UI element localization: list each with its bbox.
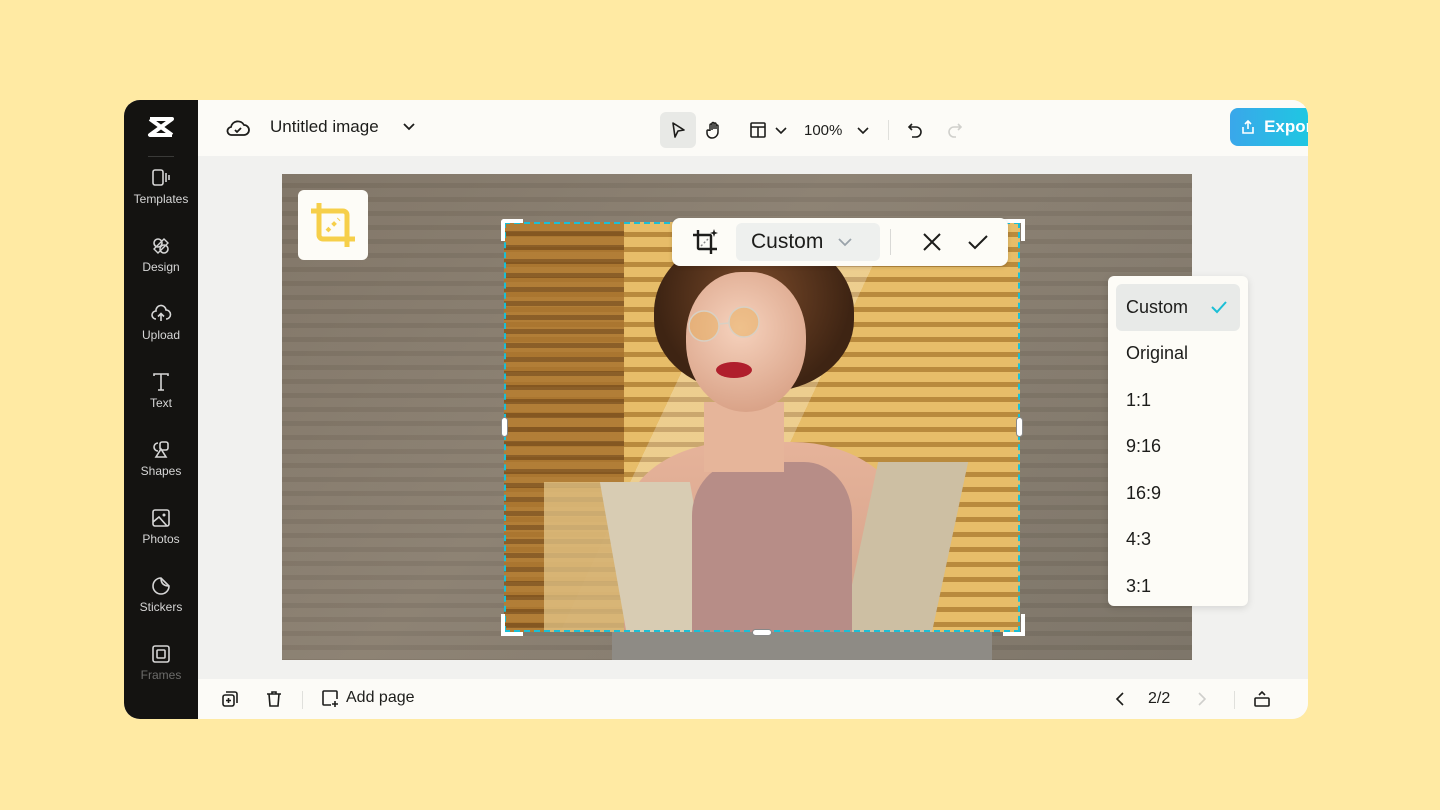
check-icon bbox=[968, 235, 988, 250]
sidebar-item-label: Shapes bbox=[140, 464, 182, 478]
sidebar-item-label: Stickers bbox=[139, 600, 183, 614]
aspect-ratio-menu: Custom Original 1:1 9:16 16:9 4:3 3:1 bbox=[1108, 276, 1248, 606]
sidebar-item-label: Frames bbox=[140, 668, 182, 682]
ratio-option-4-3[interactable]: 4:3 bbox=[1116, 517, 1240, 564]
select-tool-button[interactable] bbox=[660, 112, 696, 148]
redo-button[interactable] bbox=[937, 112, 973, 148]
sidebar-item-templates[interactable]: Templates bbox=[124, 167, 198, 235]
cloud-saved-icon[interactable] bbox=[226, 116, 250, 140]
design-icon bbox=[153, 238, 169, 254]
sidebar-item-photos[interactable]: Photos bbox=[124, 507, 198, 575]
export-label: Export bbox=[1264, 117, 1308, 136]
ratio-option-label: 1:1 bbox=[1126, 389, 1152, 410]
text-icon bbox=[153, 373, 169, 391]
page-panel-toggle-icon[interactable] bbox=[1252, 689, 1272, 709]
ratio-option-label: 3:1 bbox=[1126, 575, 1152, 596]
hand-tool-button[interactable] bbox=[696, 112, 732, 148]
ratio-option-label: Custom bbox=[1126, 296, 1189, 317]
crop-toolbar: Custom bbox=[672, 218, 1008, 266]
hand-icon bbox=[706, 121, 719, 139]
selected-check-icon bbox=[1211, 301, 1227, 314]
ratio-option-original[interactable]: Original bbox=[1116, 331, 1240, 378]
crop-magic-icon[interactable] bbox=[690, 227, 720, 257]
sidebar: Templates Design Upload Text Shapes Phot… bbox=[124, 100, 198, 719]
sidebar-item-stickers[interactable]: Stickers bbox=[124, 575, 198, 643]
share-icon bbox=[1242, 119, 1254, 134]
sidebar-item-label: Photos bbox=[142, 532, 180, 546]
layout-icon bbox=[750, 122, 766, 138]
redo-icon bbox=[948, 123, 963, 138]
duplicate-page-icon[interactable] bbox=[220, 689, 240, 709]
trash-icon[interactable] bbox=[264, 689, 284, 709]
ratio-option-label: Original bbox=[1126, 343, 1189, 364]
sidebar-item-frames[interactable]: Frames bbox=[124, 643, 198, 711]
page-indicator: 2/2 bbox=[1148, 690, 1171, 707]
templates-icon bbox=[152, 169, 170, 186]
crop-handle-bottom-right[interactable] bbox=[1003, 614, 1025, 636]
aspect-ratio-value: Custom bbox=[751, 230, 824, 253]
crop-icon bbox=[311, 203, 355, 247]
frames-icon bbox=[152, 645, 170, 663]
sidebar-item-label: Templates bbox=[133, 192, 189, 206]
photos-icon bbox=[152, 509, 170, 527]
apply-crop-button[interactable] bbox=[963, 227, 993, 257]
crop-handle-left[interactable] bbox=[501, 417, 508, 437]
ratio-option-3-1[interactable]: 3:1 bbox=[1116, 563, 1240, 610]
bottom-bar: Add page 2/2 bbox=[198, 679, 1308, 719]
crop-handle-right[interactable] bbox=[1016, 417, 1023, 437]
crop-handle-top-left[interactable] bbox=[501, 219, 523, 241]
canvas-tools: 100% bbox=[660, 112, 973, 148]
crop-mode-badge bbox=[298, 190, 368, 260]
crop-frame-border[interactable] bbox=[504, 222, 1020, 632]
bottom-divider bbox=[302, 691, 303, 709]
aspect-ratio-select[interactable]: Custom bbox=[736, 223, 880, 261]
sidebar-item-label: Design bbox=[142, 260, 180, 274]
ratio-option-1-1[interactable]: 1:1 bbox=[1116, 377, 1240, 424]
chevron-down-icon[interactable] bbox=[774, 123, 788, 137]
shapes-icon bbox=[153, 441, 169, 458]
ratio-option-label: 4:3 bbox=[1126, 529, 1152, 550]
canvas-area: Custom Custom Original 1:1 9:16 16:9 4:3… bbox=[198, 156, 1308, 679]
undo-icon bbox=[908, 123, 923, 138]
close-icon bbox=[923, 233, 941, 251]
sidebar-item-upload[interactable]: Upload bbox=[124, 303, 198, 371]
pointer-icon bbox=[672, 122, 685, 138]
crop-handle-bottom-left[interactable] bbox=[501, 614, 523, 636]
ratio-option-16-9[interactable]: 16:9 bbox=[1116, 470, 1240, 517]
sidebar-item-design[interactable]: Design bbox=[124, 235, 198, 303]
photo-outside-crop-bottom bbox=[612, 632, 992, 660]
zoom-chevron-down-icon[interactable] bbox=[856, 123, 870, 137]
layout-button[interactable] bbox=[746, 112, 770, 148]
top-bar: Untitled image 100% Expo bbox=[198, 100, 1308, 156]
sidebar-item-text[interactable]: Text bbox=[124, 371, 198, 439]
add-page-label: Add page bbox=[346, 689, 415, 706]
undo-button[interactable] bbox=[897, 112, 933, 148]
chevron-down-icon bbox=[838, 238, 852, 247]
bottom-divider bbox=[1234, 691, 1235, 709]
stickers-icon bbox=[152, 577, 170, 595]
sidebar-divider bbox=[148, 156, 174, 157]
ratio-option-custom[interactable]: Custom bbox=[1116, 284, 1240, 331]
upload-icon bbox=[151, 304, 172, 321]
ratio-option-label: 16:9 bbox=[1126, 482, 1162, 503]
capcut-logo-icon[interactable] bbox=[147, 115, 175, 139]
zoom-level[interactable]: 100% bbox=[804, 122, 842, 139]
sidebar-item-label: Text bbox=[149, 396, 172, 410]
ratio-option-label: 9:16 bbox=[1126, 436, 1162, 457]
document-title[interactable]: Untitled image bbox=[270, 117, 379, 137]
crop-handle-bottom[interactable] bbox=[752, 629, 772, 636]
add-page-button[interactable]: Add page bbox=[320, 688, 415, 708]
sidebar-item-shapes[interactable]: Shapes bbox=[124, 439, 198, 507]
crop-toolbar-divider bbox=[890, 229, 891, 255]
toolbar-divider bbox=[888, 120, 890, 140]
previous-page-icon[interactable] bbox=[1110, 689, 1130, 709]
cancel-crop-button[interactable] bbox=[917, 227, 947, 257]
sidebar-item-label: Upload bbox=[141, 328, 181, 342]
ratio-option-9-16[interactable]: 9:16 bbox=[1116, 424, 1240, 471]
add-page-icon bbox=[322, 690, 338, 707]
next-page-icon[interactable] bbox=[1192, 689, 1212, 709]
editor-window: Templates Design Upload Text Shapes Phot… bbox=[124, 100, 1308, 719]
chevron-down-icon[interactable] bbox=[401, 118, 417, 134]
export-button[interactable]: Export bbox=[1230, 108, 1308, 146]
